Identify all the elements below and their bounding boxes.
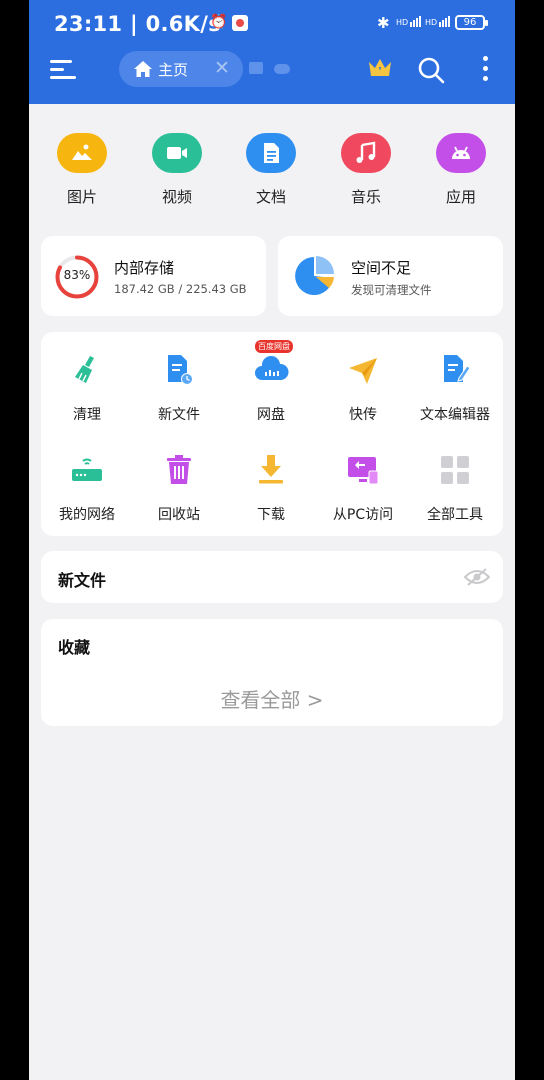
tool-my-network[interactable]: 我的网络 — [41, 452, 133, 524]
battery-icon: 96 — [455, 15, 488, 30]
broom-icon — [75, 356, 94, 383]
music-icon — [341, 133, 391, 173]
tool-quick-transfer[interactable]: 快传 — [317, 352, 409, 424]
alarm-icon: ⏰ — [210, 14, 228, 30]
tool-netdisk[interactable]: 网盘 — [225, 352, 317, 424]
low-space-card[interactable]: 空间不足 发现可清理文件 — [278, 236, 503, 316]
favorites-title: 收藏 — [58, 638, 91, 657]
tab-home-label: 主页 — [158, 61, 189, 79]
storage-usage-ring: 83% — [54, 254, 100, 300]
pie-chart-icon — [295, 256, 334, 295]
screen-record-icon — [232, 15, 248, 31]
tool-pc-access[interactable]: 从PC访问 — [317, 452, 409, 524]
trash-icon — [167, 455, 191, 484]
new-file-icon — [168, 355, 193, 385]
space-subtitle: 发现可清理文件 — [351, 283, 432, 297]
android-icon — [436, 133, 486, 173]
category-row: 图片 视频 文档 音乐 应用 — [29, 130, 515, 210]
category-images[interactable]: 图片 — [42, 130, 122, 207]
view-all-link[interactable]: 查看全部 > — [41, 684, 503, 713]
tool-all-tools[interactable]: 全部工具 — [409, 452, 501, 524]
tool-new-files[interactable]: 新文件 — [133, 352, 225, 424]
tools-grid: 百度网盘 清理 新文件 网盘 快传 文本编辑器 我的网络 回收站 下载 从PC访… — [41, 332, 503, 536]
hamburger-menu-icon[interactable] — [50, 57, 76, 81]
document-icon — [246, 133, 296, 173]
file-manager-app: 23:11 | 0.6K/s ⏰ ✱ HD HD 96 主页 ✕ 图片 视频 文… — [29, 0, 515, 1080]
space-title: 空间不足 — [351, 259, 412, 277]
more-options-icon[interactable] — [479, 56, 491, 84]
paper-plane-icon — [349, 358, 377, 384]
pc-access-icon — [348, 457, 379, 485]
category-music[interactable]: 音乐 — [326, 130, 406, 207]
signal-sim2-icon: HD — [425, 16, 451, 27]
category-apps[interactable]: 应用 — [421, 130, 501, 207]
navigation-row: 主页 ✕ — [29, 48, 515, 92]
image-icon — [57, 133, 107, 173]
grid-icon — [441, 456, 469, 484]
home-icon — [134, 61, 152, 77]
tool-recycle-bin[interactable]: 回收站 — [133, 452, 225, 524]
new-files-section[interactable]: 新文件 — [41, 551, 503, 603]
tool-text-editor[interactable]: 文本编辑器 — [409, 352, 501, 424]
search-icon[interactable] — [417, 56, 445, 84]
favorites-section: 收藏 查看全部 > — [41, 619, 503, 726]
faded-tab-icon — [249, 62, 263, 74]
status-clock: 23:11 | 0.6K/s — [54, 12, 222, 36]
eye-hidden-icon[interactable] — [464, 567, 490, 587]
storage-usage: 187.42 GB / 225.43 GB — [114, 282, 247, 296]
bluetooth-icon: ✱ — [377, 14, 390, 32]
tool-downloads[interactable]: 下载 — [225, 452, 317, 524]
crown-vip-icon[interactable] — [367, 56, 393, 80]
internal-storage-card[interactable]: 83% 内部存储 187.42 GB / 225.43 GB — [41, 236, 266, 316]
download-icon — [259, 455, 283, 484]
router-icon — [72, 458, 102, 481]
text-editor-icon — [444, 355, 471, 382]
storage-title: 内部存储 — [114, 259, 175, 277]
status-bar: 23:11 | 0.6K/s ⏰ ✱ HD HD 96 — [29, 0, 515, 48]
new-files-title: 新文件 — [58, 571, 107, 590]
tab-home[interactable]: 主页 ✕ — [119, 51, 243, 87]
category-documents[interactable]: 文档 — [231, 130, 311, 207]
top-bar: 23:11 | 0.6K/s ⏰ ✱ HD HD 96 主页 ✕ — [29, 0, 515, 104]
signal-sim1-icon: HD — [396, 16, 422, 27]
close-tab-icon[interactable]: ✕ — [214, 57, 230, 79]
video-icon — [152, 133, 202, 173]
tool-clean[interactable]: 清理 — [41, 352, 133, 424]
cloud-drive-icon — [255, 355, 289, 380]
faded-cloud-icon — [274, 64, 290, 74]
category-videos[interactable]: 视频 — [137, 130, 217, 207]
storage-percent: 83% — [63, 268, 91, 282]
